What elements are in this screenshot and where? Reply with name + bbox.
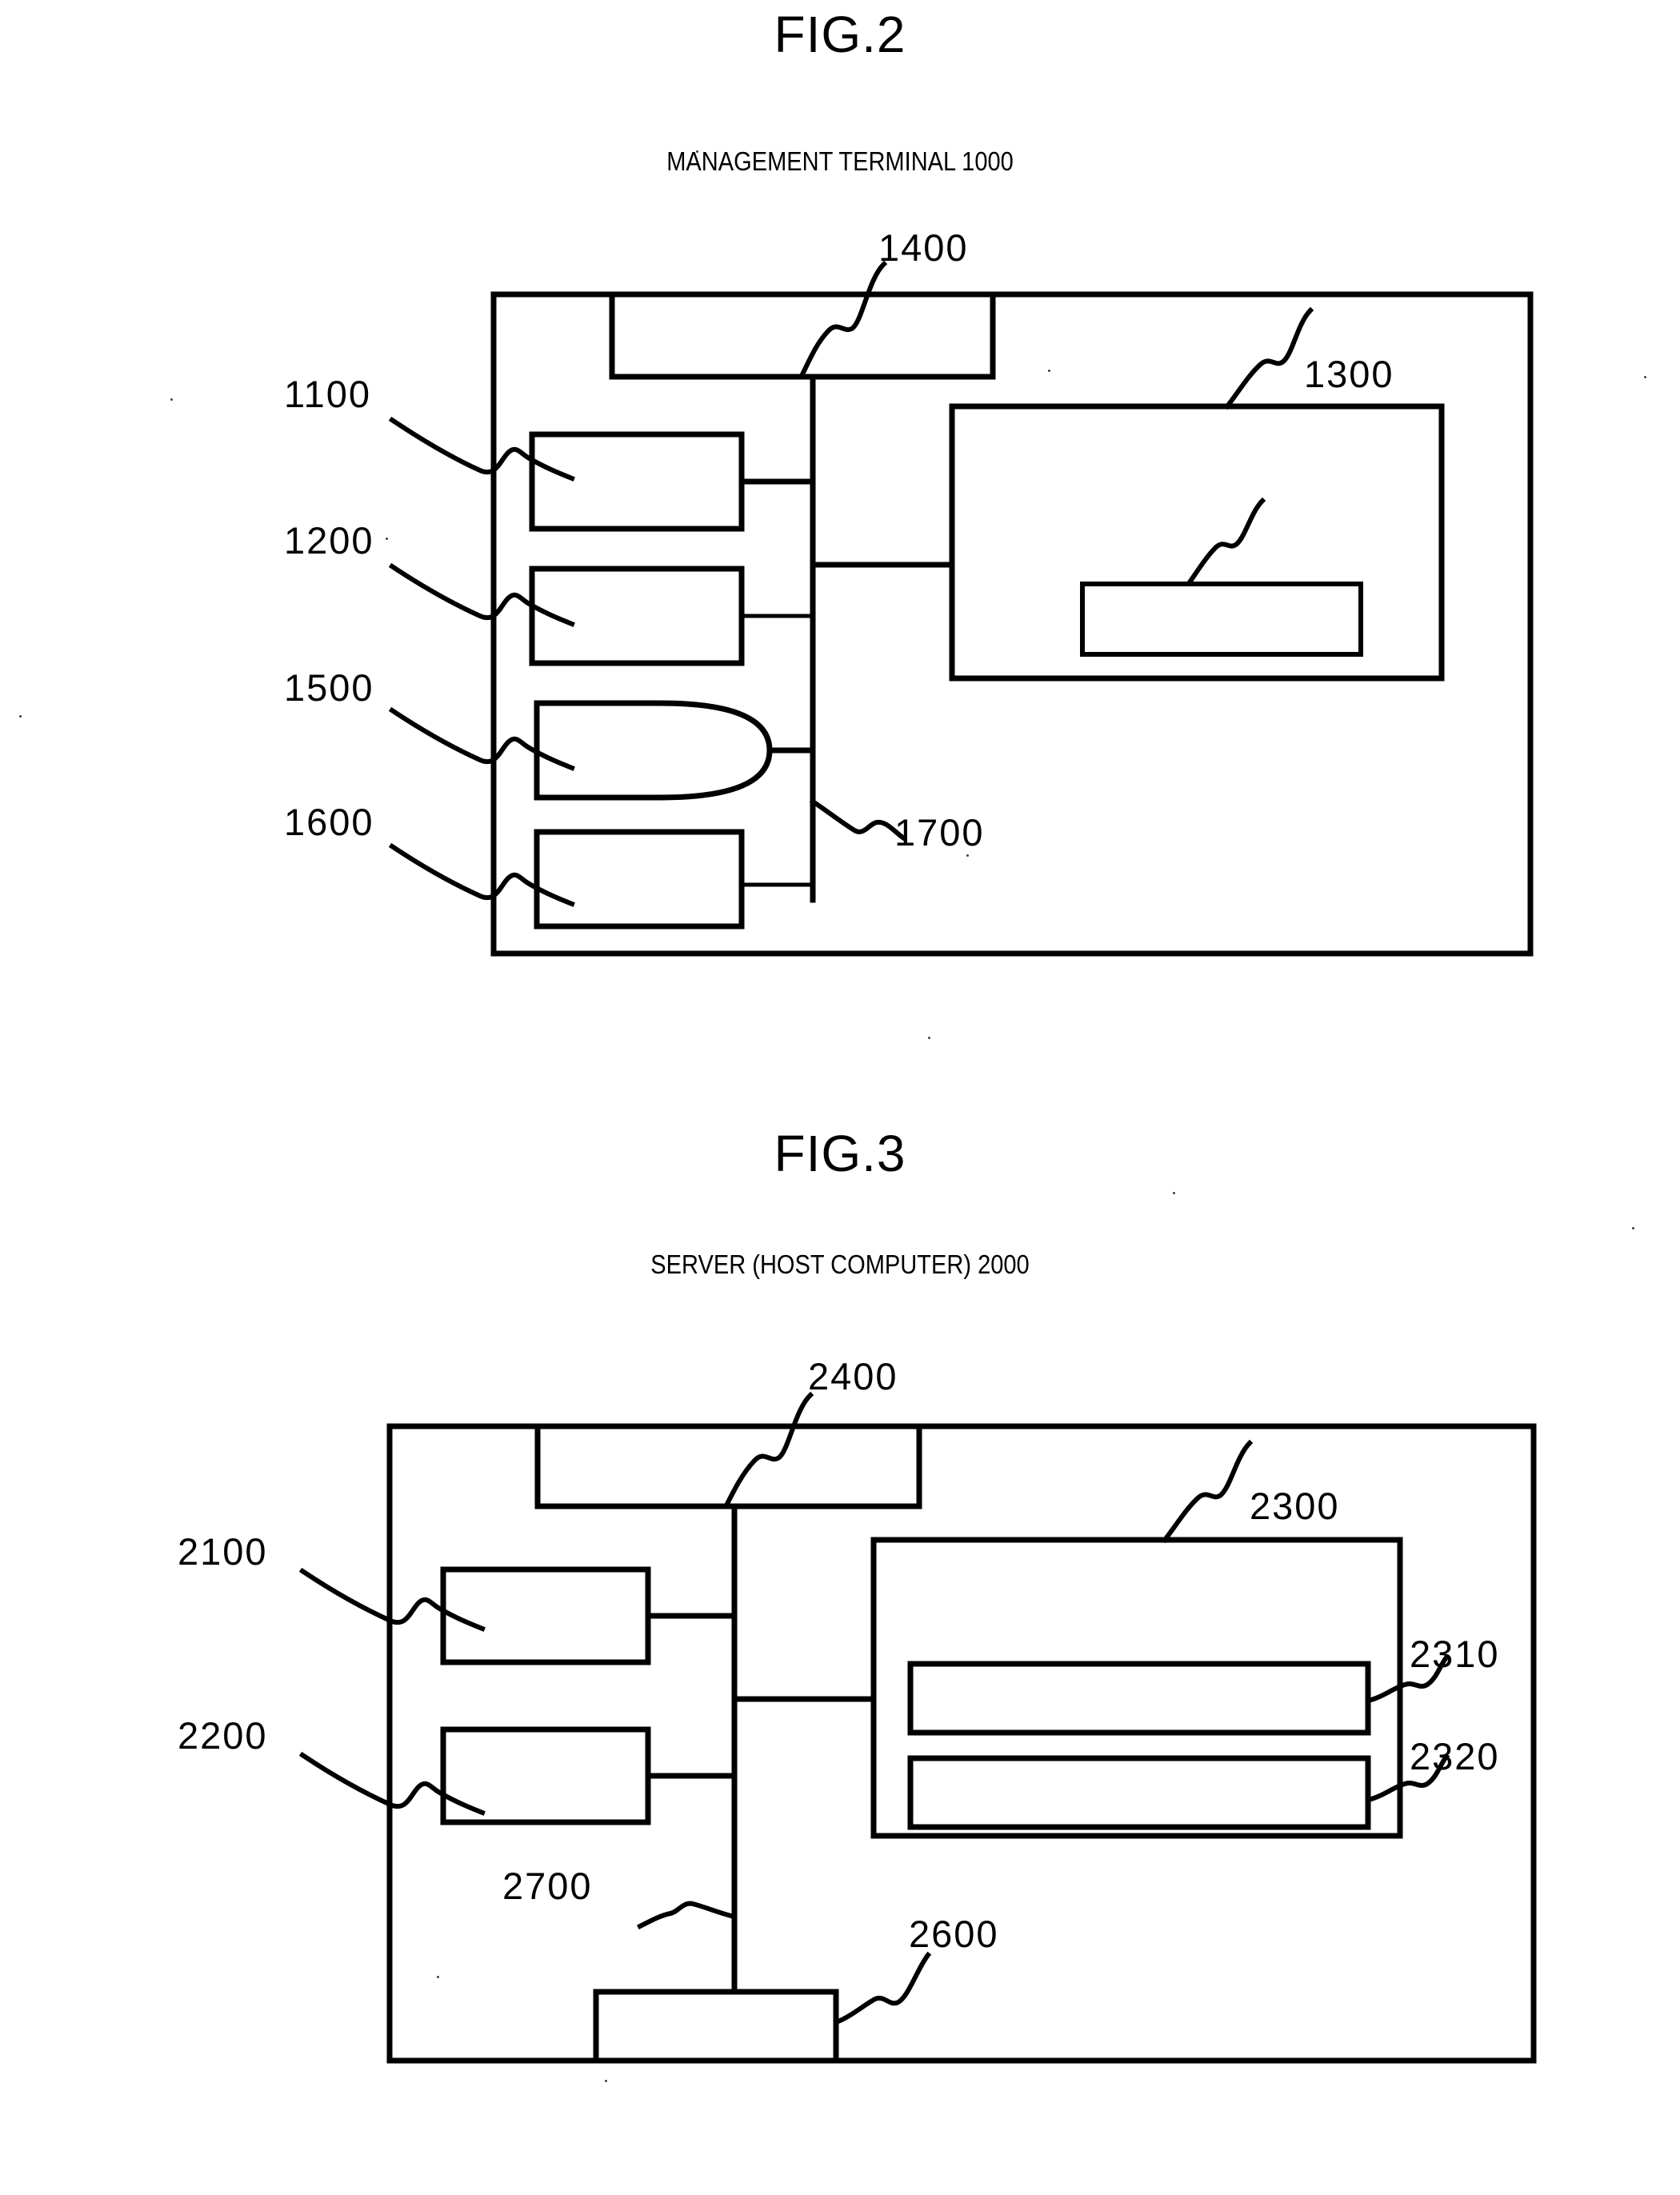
fig3-leader-2600 [833, 1951, 932, 2025]
scan-speck [1173, 1192, 1175, 1194]
fig3-management-agent-pg-box [907, 1661, 1371, 1736]
fig3-io-port-box [593, 1989, 839, 2064]
scan-speck [696, 150, 698, 153]
scan-speck [19, 715, 22, 718]
fig3-management-port-box [534, 1423, 922, 1509]
scan-speck [437, 1976, 439, 1978]
scan-speck [928, 1037, 930, 1039]
fig2-memory-box [529, 566, 745, 666]
fig2-input-device-box [534, 829, 745, 930]
diagram-artwork [298, 260, 1537, 2064]
scan-speck [605, 2080, 607, 2082]
scan-speck [1644, 376, 1646, 378]
patent-drawing-sheet: FIG.2 MANAGEMENT TERMINAL 1000 MANAGEMEN… [0, 0, 1680, 2195]
scan-speck [966, 854, 969, 857]
fig2-cpu-box [529, 431, 745, 532]
fig3-leader-2700 [636, 1901, 738, 1930]
fig3-leader-2300 [1161, 1439, 1254, 1544]
scan-speck [1632, 1227, 1634, 1229]
fig2-operation-pg-box [1080, 582, 1363, 657]
fig2-leader-1300 [1223, 306, 1314, 410]
scan-speck [170, 398, 173, 401]
scan-speck [386, 538, 388, 540]
fig3-cpu-box [440, 1566, 651, 1665]
fig2-management-port-box [609, 291, 996, 380]
scan-speck [1048, 370, 1050, 372]
fig3-path-manager-pg-box [907, 1755, 1371, 1830]
fig2-output-device-box [534, 700, 773, 801]
fig2-leader-1700 [809, 798, 908, 842]
